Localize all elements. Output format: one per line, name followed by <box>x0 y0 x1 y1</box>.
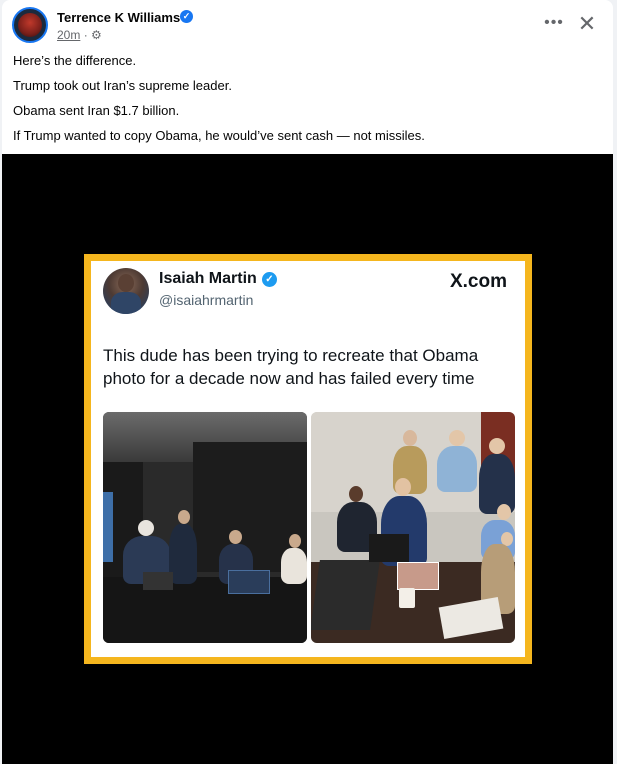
tweet-author-name: Isaiah Martin <box>159 270 257 287</box>
tweet-screenshot: Isaiah Martin ✓ @isaiahrmartin X.com Thi… <box>91 261 525 657</box>
more-options-button[interactable]: ••• <box>543 14 565 34</box>
tweet-handle: @isaiahrmartin <box>159 292 254 308</box>
post-header: Terrence K Williams ✓ 20m · ⚙ ••• ✕ <box>2 0 613 48</box>
avatar-image <box>18 13 42 37</box>
tweet-author-avatar <box>103 268 149 314</box>
close-button[interactable]: ✕ <box>576 12 598 36</box>
post-timestamp[interactable]: 20m <box>57 28 80 42</box>
post-line: Here’s the difference. <box>13 53 137 68</box>
post-line: Obama sent Iran $1.7 billion. <box>13 103 180 118</box>
audience-icon[interactable]: ⚙ <box>91 28 102 42</box>
tweet-body: This dude has been trying to recreate th… <box>103 346 479 388</box>
post-meta: 20m · ⚙ <box>57 28 102 42</box>
meta-separator: · <box>83 28 88 42</box>
x-logo-text: X.com <box>449 271 507 292</box>
photo-left <box>103 412 307 643</box>
image-yellow-frame: Isaiah Martin ✓ @isaiahrmartin X.com Thi… <box>84 254 532 664</box>
facebook-post: Terrence K Williams ✓ 20m · ⚙ ••• ✕ Here… <box>2 0 613 764</box>
photo-right <box>311 412 515 643</box>
post-text: Here’s the difference. Trump took out Ir… <box>13 53 603 153</box>
tweet-verified-icon: ✓ <box>262 272 277 287</box>
post-image[interactable]: Isaiah Martin ✓ @isaiahrmartin X.com Thi… <box>2 154 613 764</box>
verified-badge-icon: ✓ <box>180 10 193 23</box>
post-line: If Trump wanted to copy Obama, he would’… <box>13 128 425 143</box>
post-line: Trump took out Iran’s supreme leader. <box>13 78 232 93</box>
author-avatar[interactable] <box>12 7 48 43</box>
author-name[interactable]: Terrence K Williams <box>57 10 180 25</box>
